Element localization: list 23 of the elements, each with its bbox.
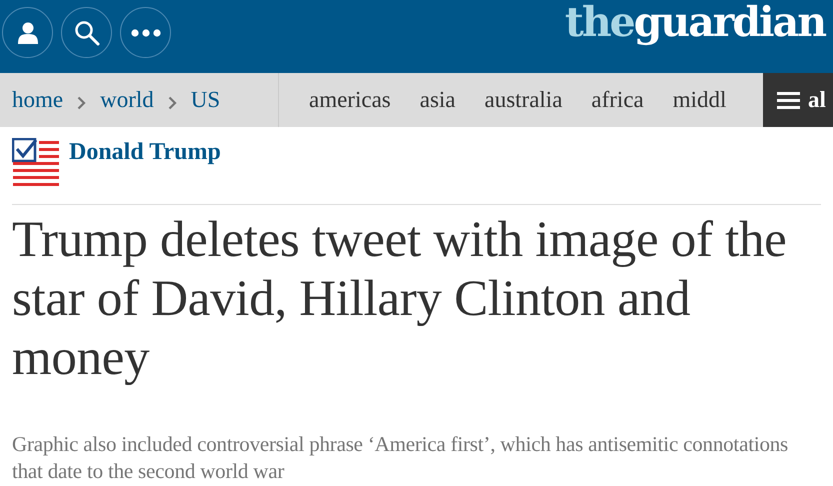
search-icon [74,20,100,46]
ballot-flag-icon [12,138,60,186]
section-link[interactable]: australia [484,82,562,118]
guardian-logo[interactable]: theguardian [564,0,825,43]
standfirst: Graphic also included controversial phrase ‘America first’, which has antisemitic connotations that date to the second world war [12,431,790,485]
all-sections-button[interactable]: al [763,73,833,127]
menu-icon [777,92,800,108]
breadcrumb-link[interactable]: home [12,82,64,118]
profile-icon [16,20,38,44]
series-link[interactable]: Donald Trump [69,138,221,164]
chevron-icon [77,96,86,110]
section-link[interactable]: middl [672,82,726,118]
more-icon [130,28,160,36]
profile-button[interactable] [2,7,53,58]
chevron-icon [168,96,177,110]
section-link[interactable]: asia [420,82,456,118]
more-button[interactable] [120,7,171,58]
breadcrumb-link[interactable]: world [100,82,154,118]
search-button[interactable] [61,7,112,58]
headline: Trump deletes tweet with image of the star of David, Hillary Clinton and money [12,211,788,388]
section-link[interactable]: africa [591,82,644,118]
section-link[interactable]: americas [309,82,391,118]
breadcrumb-link[interactable]: US [190,82,220,118]
